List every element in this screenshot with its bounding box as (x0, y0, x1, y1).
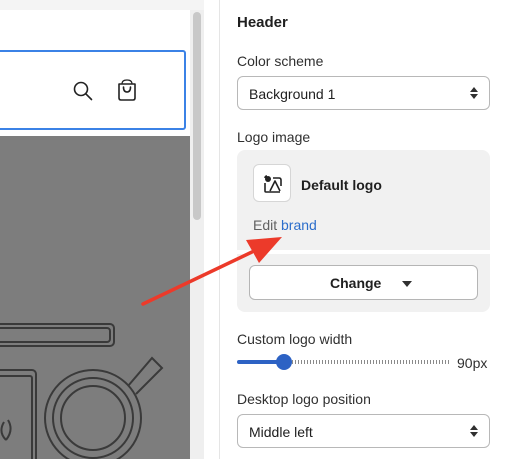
preview-scrollbar-thumb[interactable] (193, 12, 201, 220)
header-settings-panel: Header Color scheme Background 1 Logo im… (237, 0, 490, 459)
edit-brand-line: Edit brand (253, 217, 317, 233)
preview-hero-image (0, 136, 190, 459)
preview-header-section[interactable] (0, 50, 186, 130)
change-button-label: Change (330, 275, 382, 291)
caret-updown-icon (470, 425, 478, 437)
logo-thumbnail[interactable] (253, 164, 291, 202)
logo-width-slider[interactable] (237, 354, 450, 370)
caret-down-icon (402, 281, 412, 287)
color-scheme-select[interactable]: Background 1 (237, 76, 490, 110)
color-scheme-label: Color scheme (237, 53, 324, 69)
hero-illustration (0, 323, 164, 459)
panel-title: Header (237, 14, 288, 31)
card-separator (237, 250, 490, 254)
image-icon (264, 175, 282, 193)
logo-image-card: Default logo Edit brand Change (237, 150, 490, 312)
logo-image-label: Logo image (237, 129, 311, 145)
theme-preview (0, 0, 204, 459)
slider-thumb[interactable] (276, 354, 292, 370)
search-icon[interactable] (72, 80, 94, 102)
logo-width-label: Custom logo width (237, 331, 353, 347)
caret-updown-icon (470, 87, 478, 99)
panel-divider (219, 0, 220, 459)
desktop-logo-position-value: Middle left (249, 424, 313, 440)
desktop-logo-position-label: Desktop logo position (237, 391, 371, 407)
color-scheme-value: Background 1 (249, 86, 336, 102)
slider-track[interactable] (292, 360, 450, 364)
edit-prefix: Edit (253, 217, 278, 233)
brand-link[interactable]: brand (281, 217, 317, 233)
logo-width-value: 90px (457, 355, 488, 371)
change-logo-button[interactable]: Change (249, 265, 478, 300)
logo-name: Default logo (301, 177, 382, 193)
cart-bag-icon[interactable] (116, 78, 138, 102)
desktop-logo-position-select[interactable]: Middle left (237, 414, 490, 448)
preview-page (0, 10, 191, 459)
